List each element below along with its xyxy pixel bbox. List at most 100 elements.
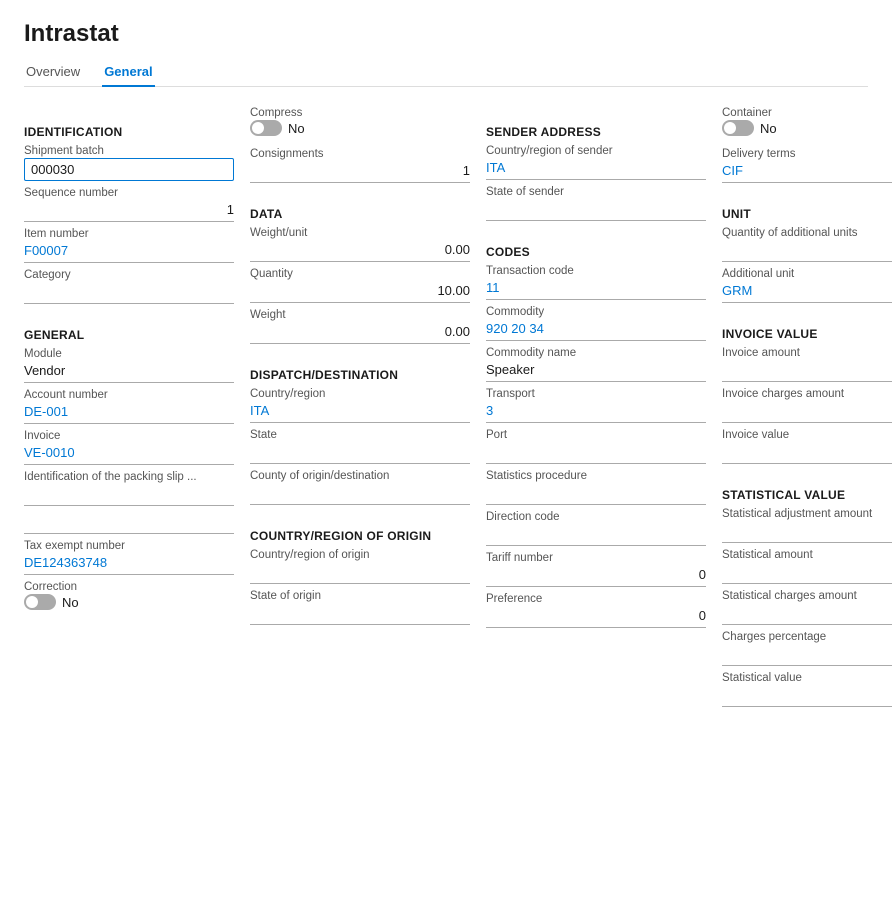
state-value[interactable] [250, 442, 470, 464]
state-of-origin-value[interactable] [250, 603, 470, 625]
correction-toggle-label: No [62, 595, 79, 610]
invoice-value-value[interactable]: 0.00 [722, 442, 892, 464]
container-toggle-row: No [722, 120, 892, 136]
charges-pct-value[interactable]: 0.00 [722, 644, 892, 666]
transaction-code-value[interactable]: 11 [486, 278, 706, 300]
quantity-field: Quantity 10.00 [250, 268, 470, 303]
qty-additional-value[interactable]: 10.00 [722, 240, 892, 262]
port-label: Port [486, 429, 706, 441]
tax-exempt-label: Tax exempt number [24, 540, 234, 552]
invoice-charges-value[interactable]: 0.00 [722, 401, 892, 423]
additional-unit-label: Additional unit [722, 268, 892, 280]
stat-value-value[interactable]: 0.00 [722, 685, 892, 707]
compress-toggle-label: No [288, 121, 305, 136]
compress-label: Compress [250, 107, 470, 119]
additional-unit-value[interactable]: GRM [722, 281, 892, 303]
quantity-value[interactable]: 10.00 [250, 281, 470, 303]
preference-value[interactable]: 0 [486, 606, 706, 628]
invoice-value[interactable]: VE-0010 [24, 443, 234, 465]
compress-toggle[interactable] [250, 120, 282, 136]
commodity-value[interactable]: 920 20 34 [486, 319, 706, 341]
tariff-number-value[interactable]: 0 [486, 565, 706, 587]
data-header: DATA [250, 207, 470, 221]
statistics-procedure-field: Statistics procedure [486, 470, 706, 505]
country-sender-field: Country/region of sender ITA [486, 145, 706, 180]
additional-unit-field: Additional unit GRM [722, 268, 892, 303]
module-field: Module Vendor [24, 348, 234, 383]
invoice-label: Invoice [24, 430, 234, 442]
direction-code-label: Direction code [486, 511, 706, 523]
transport-label: Transport [486, 388, 706, 400]
container-toggle-label: No [760, 121, 777, 136]
tariff-number-label: Tariff number [486, 552, 706, 564]
stat-amount-value[interactable]: 0.00 [722, 562, 892, 584]
state-of-origin-field: State of origin [250, 590, 470, 625]
weight-label: Weight [250, 309, 470, 321]
invoice-amount-label: Invoice amount [722, 347, 892, 359]
charges-pct-label: Charges percentage [722, 631, 892, 643]
country-region-origin-value[interactable] [250, 562, 470, 584]
weight-value[interactable]: 0.00 [250, 322, 470, 344]
column-2: Compress No Consignments 1 DATA Weight/u… [250, 107, 470, 713]
direction-code-value[interactable] [486, 524, 706, 546]
dispatch-country-label: Country/region [250, 388, 470, 400]
stat-charges-value[interactable]: 0.00 [722, 603, 892, 625]
packing-slip-line [24, 512, 234, 534]
transaction-code-field: Transaction code 11 [486, 265, 706, 300]
stat-amount-field: Statistical amount 0.00 [722, 549, 892, 584]
dispatch-country-value[interactable]: ITA [250, 401, 470, 423]
container-label: Container [722, 107, 892, 119]
tax-exempt-value[interactable]: DE124363748 [24, 553, 234, 575]
state-sender-value[interactable] [486, 199, 706, 221]
category-label: Category [24, 269, 234, 281]
statistics-procedure-value[interactable] [486, 483, 706, 505]
state-sender-field: State of sender [486, 186, 706, 221]
tab-overview[interactable]: Overview [24, 58, 82, 87]
invoice-charges-field: Invoice charges amount 0.00 [722, 388, 892, 423]
page-title: Intrastat [24, 20, 868, 48]
country-region-origin-field: Country/region of origin [250, 549, 470, 584]
item-number-value[interactable]: F00007 [24, 241, 234, 263]
column-3: SENDER ADDRESS Country/region of sender … [486, 107, 706, 713]
port-value[interactable] [486, 442, 706, 464]
stat-value-label: Statistical value [722, 672, 892, 684]
general-header: GENERAL [24, 328, 234, 342]
state-field: State [250, 429, 470, 464]
tariff-number-field: Tariff number 0 [486, 552, 706, 587]
preference-field: Preference 0 [486, 593, 706, 628]
transport-value[interactable]: 3 [486, 401, 706, 423]
identification-header: IDENTIFICATION [24, 125, 234, 139]
statistical-value-header: STATISTICAL VALUE [722, 488, 892, 502]
account-number-label: Account number [24, 389, 234, 401]
shipment-batch-value[interactable]: 000030 [24, 158, 234, 181]
charges-pct-field: Charges percentage 0.00 [722, 631, 892, 666]
dispatch-header: DISPATCH/DESTINATION [250, 368, 470, 382]
country-sender-value[interactable]: ITA [486, 158, 706, 180]
compress-toggle-row: No [250, 120, 470, 136]
commodity-name-field: Commodity name Speaker [486, 347, 706, 382]
packing-slip-label: Identification of the packing slip ... [24, 471, 234, 483]
commodity-name-label: Commodity name [486, 347, 706, 359]
delivery-terms-value[interactable]: CIF [722, 161, 892, 183]
county-origin-label: County of origin/destination [250, 470, 470, 482]
dispatch-country-field: Country/region ITA [250, 388, 470, 423]
invoice-value-field: Invoice value 0.00 [722, 429, 892, 464]
tab-general[interactable]: General [102, 58, 154, 87]
category-value[interactable] [24, 282, 234, 304]
packing-slip-value[interactable] [24, 484, 234, 506]
country-region-origin-header: COUNTRY/REGION OF ORIGIN [250, 529, 470, 543]
correction-toggle-row: No [24, 594, 234, 610]
tax-exempt-field: Tax exempt number DE124363748 [24, 540, 234, 575]
container-toggle[interactable] [722, 120, 754, 136]
invoice-amount-value[interactable]: 0.00 [722, 360, 892, 382]
weight-unit-value[interactable]: 0.00 [250, 240, 470, 262]
stat-adjustment-field: Statistical adjustment amount 0.00 [722, 508, 892, 543]
column-1: IDENTIFICATION Shipment batch 000030 Seq… [24, 107, 234, 713]
account-number-value[interactable]: DE-001 [24, 402, 234, 424]
correction-toggle[interactable] [24, 594, 56, 610]
shipment-batch-field: Shipment batch 000030 [24, 145, 234, 181]
commodity-field: Commodity 920 20 34 [486, 306, 706, 341]
stat-adjustment-value[interactable]: 0.00 [722, 521, 892, 543]
county-origin-value[interactable] [250, 483, 470, 505]
shipment-batch-label: Shipment batch [24, 145, 234, 157]
